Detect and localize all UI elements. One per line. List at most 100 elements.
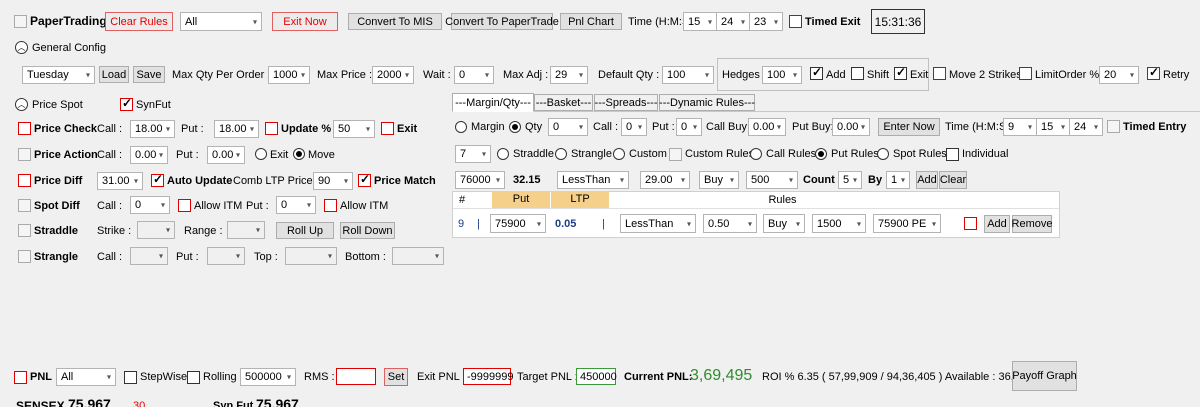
max-price-select[interactable]: 2000 ▾ [372,66,414,84]
call-qty-select[interactable]: 0 ▾ [621,118,647,136]
row-qty-select[interactable]: 1500 ▾ [812,214,866,233]
straddle-radio[interactable] [497,148,509,160]
allow-itm-put-checkbox[interactable] [324,199,337,212]
hedge-shift-checkbox[interactable] [851,67,864,80]
enter-now-button[interactable]: Enter Now [878,118,940,136]
rule-price-select[interactable]: 29.00 ▾ [640,171,690,189]
comb-ltp-select[interactable]: 90 ▾ [313,172,353,190]
spot-diff-call-select[interactable]: 0 ▾ [130,196,170,214]
put-buy-select[interactable]: 0.00 ▾ [832,118,870,136]
price-diff-checkbox[interactable] [18,174,31,187]
rms-input[interactable] [336,368,376,385]
row-price-select[interactable]: 0.50 ▾ [703,214,757,233]
hedge-exit-checkbox[interactable] [894,65,907,80]
payoff-graph-button[interactable]: Payoff Graph [1012,361,1077,391]
qty-select[interactable]: 0 ▾ [548,118,588,136]
rule-add-button[interactable]: Add [916,171,938,189]
timed-entry-checkbox[interactable] [1107,120,1120,133]
price-action-checkbox[interactable] [18,148,31,161]
by-select[interactable]: 1 ▾ [886,171,910,189]
load-button[interactable]: Load [99,66,129,83]
pnl-filter-select[interactable]: All ▾ [56,368,116,386]
price-diff-select[interactable]: 31.00 ▾ [97,172,143,190]
save-button[interactable]: Save [133,66,165,83]
range-select[interactable]: ▾ [227,221,265,239]
spot-diff-checkbox[interactable] [18,199,31,212]
rule-side-select[interactable]: Buy ▾ [699,171,739,189]
limit-order-checkbox[interactable] [1019,67,1032,80]
rule-clear-button[interactable]: Clear [939,171,967,189]
qty-radio[interactable] [509,121,521,133]
price-action-put-select[interactable]: 0.00 ▾ [207,146,245,164]
spot-diff-put-select[interactable]: 0 ▾ [276,196,316,214]
wait-select[interactable]: 0 ▾ [454,66,494,84]
call-buy-select[interactable]: 0.00 ▾ [748,118,786,136]
strangle-radio[interactable] [555,148,567,160]
rule-qty-select[interactable]: 500 ▾ [746,171,798,189]
rms-set-button[interactable]: Set [384,368,408,386]
tab-dynamic-rules[interactable]: ---Dynamic Rules--- [659,94,755,111]
update-percent-select[interactable]: 50 ▾ [333,120,375,138]
rule-strike-select[interactable]: 76000 ▾ [455,171,505,189]
margin-radio[interactable] [455,121,467,133]
price-check-call-select[interactable]: 18.00 ▾ [130,120,175,138]
top-select[interactable]: ▾ [285,247,337,265]
price-check-exit-checkbox[interactable] [381,122,394,135]
strangle-call-select[interactable]: ▾ [130,247,168,265]
row-side-select[interactable]: Buy ▾ [763,214,805,233]
strike-select[interactable]: ▾ [137,221,175,239]
price-check-put-select[interactable]: 18.00 ▾ [214,120,259,138]
synfut-checkbox[interactable] [120,96,133,111]
max-qty-select[interactable]: 1000 ▾ [268,66,310,84]
max-adj-select[interactable]: 29 ▾ [550,66,588,84]
exit-hour-select[interactable]: 15 ▾ [683,12,717,31]
row-select-checkbox[interactable] [964,217,977,230]
auto-update-checkbox[interactable] [151,172,164,187]
entry-second-select[interactable]: 24 ▾ [1069,118,1103,136]
pnl-chart-button[interactable]: Pnl Chart [560,13,622,30]
call-rules-radio[interactable] [750,148,762,160]
hedges-select[interactable]: 100 ▾ [762,66,802,84]
exit-pnl-input[interactable]: -9999999 [463,368,514,385]
count-select[interactable]: 5 ▾ [838,171,862,189]
exit-minute-select[interactable]: 24 ▾ [716,12,750,31]
tab-basket[interactable]: ---Basket--- [534,94,593,111]
update-percent-checkbox[interactable] [265,122,278,135]
roll-up-button[interactable]: Roll Up [276,222,334,239]
individual-checkbox[interactable] [946,148,959,161]
day-select[interactable]: Tuesday ▾ [22,66,95,84]
hedge-add-checkbox[interactable] [810,65,823,80]
strangle-checkbox[interactable] [18,250,31,263]
stepwise-checkbox[interactable] [124,371,137,384]
allow-itm-call-checkbox[interactable] [178,199,191,212]
rules-count-select[interactable]: 7 ▾ [455,145,491,163]
convert-to-papertrade-button[interactable]: Convert To PaperTrade [445,13,559,30]
retry-checkbox[interactable] [1147,65,1160,80]
entry-minute-select[interactable]: 15 ▾ [1036,118,1070,136]
spot-rules-radio[interactable] [877,148,889,160]
clear-rules-button[interactable]: Clear Rules [105,12,173,31]
timed-exit-checkbox[interactable] [789,15,802,28]
rule-condition-select[interactable]: LessThan ▾ [557,171,629,189]
straddle-checkbox[interactable] [18,224,31,237]
rolling-checkbox[interactable] [187,371,200,384]
collapse-chevron-icon[interactable]: ︿ [15,41,28,54]
bottom-select[interactable]: ▾ [392,247,444,265]
pnl-checkbox[interactable] [14,371,27,384]
strangle-put-select[interactable]: ▾ [207,247,245,265]
exit-radio[interactable] [255,148,267,160]
row-add-button[interactable]: Add [984,215,1010,233]
custom-radio[interactable] [613,148,625,160]
price-action-call-select[interactable]: 0.00 ▾ [130,146,168,164]
target-pnl-input[interactable]: 450000 [576,368,617,385]
limit-order-select[interactable]: 20 ▾ [1099,66,1139,84]
tab-spreads[interactable]: ---Spreads--- [594,94,658,111]
custom-rules-checkbox[interactable] [669,148,682,161]
row-remove-button[interactable]: Remove [1012,215,1052,233]
row-strike-select[interactable]: 75900 ▾ [490,214,546,233]
row-symbol-select[interactable]: 75900 PE ▾ [873,214,941,233]
put-rules-radio[interactable] [815,148,827,160]
move-radio[interactable] [293,148,305,160]
price-check-checkbox[interactable] [18,122,31,135]
filter-select[interactable]: All ▾ [180,12,262,31]
